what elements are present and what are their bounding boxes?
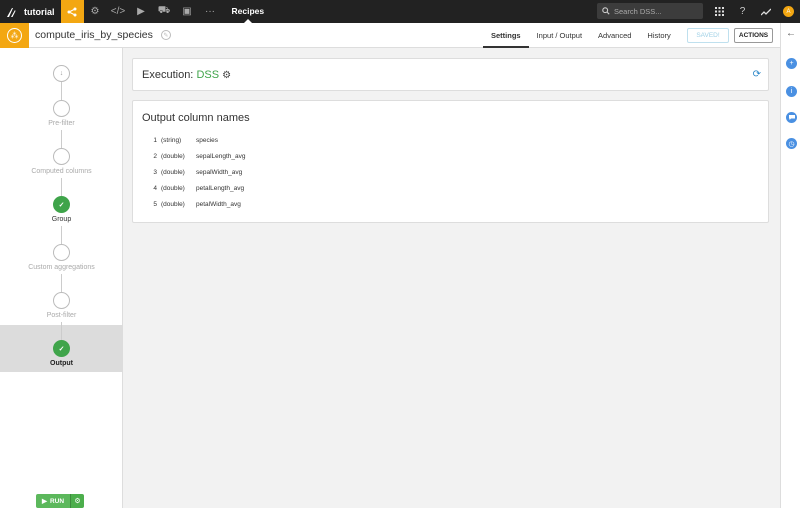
- play-icon: ▶: [41, 498, 47, 505]
- step-connector: [61, 274, 62, 292]
- execution-label: Execution:: [142, 69, 194, 81]
- execution-engine[interactable]: DSS: [196, 69, 219, 81]
- recipe-header: ⁂ compute_iris_by_species ✎ Settings Inp…: [0, 22, 780, 48]
- run-settings-gear-icon[interactable]: ⚙: [70, 494, 84, 508]
- help-icon[interactable]: ?: [731, 0, 754, 23]
- column-name: petalWidth_avg: [196, 201, 241, 208]
- search-icon: [602, 7, 610, 15]
- code-icon[interactable]: </>: [107, 0, 130, 23]
- run-button-group: ▶ RUN ⚙: [36, 494, 84, 508]
- more-icon[interactable]: ···: [199, 0, 222, 23]
- edit-icon[interactable]: ✎: [160, 30, 171, 40]
- apps-grid-icon[interactable]: [708, 0, 731, 23]
- step-label-post-filter[interactable]: Post-filter: [0, 312, 123, 319]
- step-pre-filter[interactable]: [53, 100, 70, 117]
- search-box[interactable]: [597, 3, 703, 19]
- column-name: species: [196, 137, 219, 144]
- column-type: (double): [161, 153, 185, 160]
- settings-icon[interactable]: ⚙: [84, 0, 107, 23]
- recipe-steps-panel: ↓ Pre-filter Computed columns ✓ Group Cu…: [0, 48, 123, 508]
- execution-card: Execution: DSS ⚙ ⟳: [132, 58, 769, 91]
- flow-icon[interactable]: [60, 0, 84, 23]
- column-type: (double): [161, 185, 185, 192]
- step-start-icon: ↓: [53, 65, 70, 82]
- step-post-filter[interactable]: [53, 292, 70, 309]
- column-index: 2: [153, 153, 157, 160]
- discussion-icon[interactable]: [786, 112, 797, 123]
- right-sidebar: ← + i ◷: [780, 23, 800, 508]
- column-index: 3: [153, 169, 157, 176]
- execution-title: Execution: DSS ⚙: [142, 69, 231, 81]
- activity-icon[interactable]: [754, 0, 777, 23]
- tab-input-output[interactable]: Input / Output: [529, 23, 590, 48]
- column-type: (double): [161, 201, 185, 208]
- run-icon[interactable]: ▶: [130, 0, 153, 23]
- tab-history[interactable]: History: [639, 23, 678, 48]
- column-name: sepalWidth_avg: [196, 169, 243, 176]
- top-navigation-bar: tutorial ⚙ </> ▶ ⛟ ▣ ··· Recipes ? A: [0, 0, 800, 23]
- refresh-icon[interactable]: ⟳: [753, 69, 761, 80]
- group-recipe-icon: ⁂: [0, 22, 29, 48]
- back-arrow-icon[interactable]: ←: [786, 28, 796, 39]
- step-group-check-icon[interactable]: ✓: [53, 196, 70, 213]
- step-label-computed-columns[interactable]: Computed columns: [0, 168, 123, 175]
- column-index: 1: [153, 137, 157, 144]
- step-label-pre-filter[interactable]: Pre-filter: [0, 120, 123, 127]
- output-columns-card: Output column names 1 (string) species 2…: [132, 100, 769, 223]
- recipe-name[interactable]: compute_iris_by_species: [29, 29, 153, 41]
- step-connector: [61, 322, 62, 340]
- step-connector: [61, 130, 62, 148]
- tab-advanced[interactable]: Advanced: [590, 23, 639, 48]
- nav-section-recipes[interactable]: Recipes: [222, 0, 275, 23]
- column-index: 4: [153, 185, 157, 192]
- dashboard-icon[interactable]: ▣: [176, 0, 199, 23]
- column-index: 5: [153, 201, 157, 208]
- add-icon[interactable]: +: [786, 58, 797, 69]
- column-type: (double): [161, 169, 185, 176]
- saved-button[interactable]: SAVED!: [687, 28, 729, 43]
- step-connector: [61, 82, 62, 100]
- step-connector: [61, 226, 62, 244]
- project-name[interactable]: tutorial: [22, 7, 61, 17]
- output-columns-title: Output column names: [142, 112, 250, 124]
- tab-settings[interactable]: Settings: [483, 23, 529, 48]
- run-button-label: RUN: [49, 497, 65, 505]
- step-computed-columns[interactable]: [53, 148, 70, 165]
- step-label-output[interactable]: Output: [0, 360, 123, 367]
- step-label-custom-aggregations[interactable]: Custom aggregations: [0, 264, 123, 271]
- column-name: petalLength_avg: [196, 185, 245, 192]
- run-button[interactable]: ▶ RUN: [36, 494, 70, 508]
- info-icon[interactable]: i: [786, 86, 797, 97]
- bundle-icon[interactable]: ⛟: [153, 0, 176, 23]
- search-input[interactable]: [614, 6, 699, 16]
- step-output-check-icon[interactable]: ✓: [53, 340, 70, 357]
- dataiku-logo[interactable]: [0, 0, 22, 23]
- step-connector: [61, 178, 62, 196]
- actions-button[interactable]: ACTIONS: [734, 28, 773, 43]
- step-label-group[interactable]: Group: [0, 216, 123, 223]
- avatar[interactable]: A: [783, 6, 794, 17]
- recipe-tabs: Settings Input / Output Advanced History: [483, 23, 679, 48]
- step-custom-aggregations[interactable]: [53, 244, 70, 261]
- timeline-icon[interactable]: ◷: [786, 138, 797, 149]
- engine-gears-icon[interactable]: ⚙: [222, 70, 231, 81]
- column-type: (string): [161, 137, 182, 144]
- column-name: sepalLength_avg: [196, 153, 246, 160]
